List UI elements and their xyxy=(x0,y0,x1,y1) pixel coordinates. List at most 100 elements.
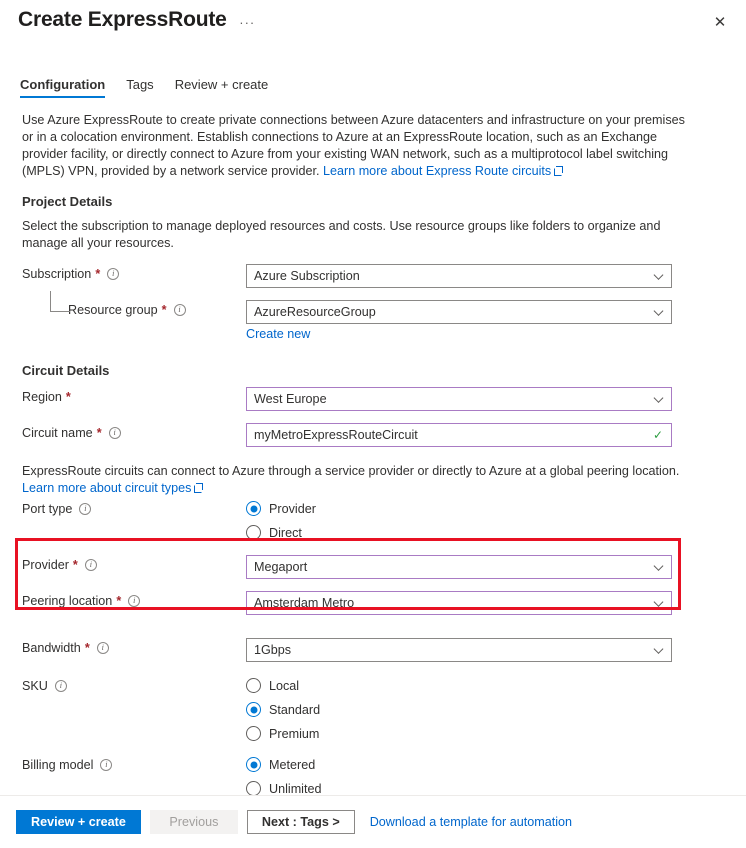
bandwidth-select[interactable]: 1Gbps xyxy=(246,638,672,662)
billing-model-option-metered-label: Metered xyxy=(269,757,316,772)
info-icon[interactable]: i xyxy=(84,559,97,571)
subscription-required-asterisk: * xyxy=(95,267,101,281)
info-icon[interactable]: i xyxy=(173,304,186,316)
subscription-select[interactable]: Azure Subscription xyxy=(246,264,672,288)
chevron-down-icon xyxy=(653,644,664,654)
peering-location-field: Amsterdam Metro xyxy=(246,591,672,615)
resource-group-required-asterisk: * xyxy=(161,303,167,317)
peering-location-select[interactable]: Amsterdam Metro xyxy=(246,591,672,615)
tab-configuration[interactable]: Configuration xyxy=(20,77,106,98)
resource-group-label: Resource group xyxy=(68,303,158,317)
bandwidth-label: Bandwidth xyxy=(22,641,81,655)
circuit-name-input[interactable]: myMetroExpressRouteCircuit ✓ xyxy=(246,423,672,447)
learn-more-circuit-types-label: Learn more about circuit types xyxy=(22,481,192,495)
circuit-name-value: myMetroExpressRouteCircuit xyxy=(254,428,418,442)
circuit-name-row: Circuit name * i myMetroExpressRouteCirc… xyxy=(22,423,726,447)
port-type-option-provider[interactable]: Provider xyxy=(246,501,672,516)
info-icon[interactable]: i xyxy=(79,503,92,515)
sku-option-standard-label: Standard xyxy=(269,702,321,717)
peering-location-label-group: Peering location * i xyxy=(22,591,246,608)
chevron-down-icon xyxy=(653,393,664,403)
bandwidth-required-asterisk: * xyxy=(84,641,90,655)
info-icon[interactable]: i xyxy=(108,427,121,439)
region-field: West Europe xyxy=(246,387,672,411)
sku-option-local-label: Local xyxy=(269,678,300,693)
subscription-label: Subscription xyxy=(22,267,92,281)
valid-check-icon: ✓ xyxy=(652,428,663,442)
learn-more-express-route-label: Learn more about Express Route circuits xyxy=(322,164,552,178)
window-titlebar: Create ExpressRoute ··· ✕ xyxy=(0,0,746,40)
project-details-subtext: Select the subscription to manage deploy… xyxy=(22,219,661,250)
region-value: West Europe xyxy=(254,392,327,406)
resource-group-select[interactable]: AzureResourceGroup xyxy=(246,300,672,324)
sku-option-premium[interactable]: Premium xyxy=(246,726,672,741)
info-icon[interactable]: i xyxy=(107,268,120,280)
sku-radio-group: Local Standard Premium xyxy=(246,676,672,741)
region-select[interactable]: West Europe xyxy=(246,387,672,411)
billing-model-label-group: Billing model i xyxy=(22,755,246,772)
provider-label: Provider xyxy=(22,558,69,572)
more-options-ellipsis-icon[interactable]: ··· xyxy=(239,15,255,30)
port-type-label-group: Port type i xyxy=(22,499,246,516)
billing-model-option-metered[interactable]: Metered xyxy=(246,757,672,772)
tab-tags[interactable]: Tags xyxy=(126,77,153,98)
circuit-details-heading: Circuit Details xyxy=(22,363,110,378)
form-content: Use Azure ExpressRoute to create private… xyxy=(0,98,746,796)
info-icon[interactable]: i xyxy=(54,680,67,692)
peering-location-value: Amsterdam Metro xyxy=(254,596,355,610)
provider-row: Provider * i Megaport xyxy=(22,555,726,579)
peering-location-required-asterisk: * xyxy=(116,594,122,608)
port-type-option-provider-label: Provider xyxy=(269,501,316,516)
chevron-down-icon xyxy=(653,561,664,571)
tab-review-create[interactable]: Review + create xyxy=(175,77,269,98)
sku-label-group: SKU i xyxy=(22,676,246,693)
intro-description: Use Azure ExpressRoute to create private… xyxy=(22,112,688,180)
review-create-button[interactable]: Review + create xyxy=(16,810,141,834)
learn-more-circuit-types-link[interactable]: Learn more about circuit types xyxy=(22,481,204,495)
circuit-name-required-asterisk: * xyxy=(96,426,102,440)
download-template-link[interactable]: Download a template for automation xyxy=(370,815,572,829)
sku-option-local[interactable]: Local xyxy=(246,678,672,693)
next-tags-button[interactable]: Next : Tags > xyxy=(246,810,355,834)
radio-unselected-icon xyxy=(246,781,261,796)
bandwidth-field: 1Gbps xyxy=(246,638,672,662)
external-link-icon xyxy=(554,166,564,176)
provider-label-group: Provider * i xyxy=(22,555,246,572)
info-icon[interactable]: i xyxy=(96,642,109,654)
region-required-asterisk: * xyxy=(65,390,71,404)
billing-model-field: Metered Unlimited xyxy=(246,755,672,796)
billing-model-row: Billing model i Metered Unlimited xyxy=(22,755,726,796)
sku-option-standard[interactable]: Standard xyxy=(246,702,672,717)
billing-model-radio-group: Metered Unlimited xyxy=(246,755,672,796)
info-icon[interactable]: i xyxy=(128,595,141,607)
port-type-field: Provider Direct xyxy=(246,499,672,540)
create-new-resource-group-link[interactable]: Create new xyxy=(246,327,310,341)
radio-selected-icon xyxy=(246,757,261,772)
learn-more-express-route-link[interactable]: Learn more about Express Route circuits xyxy=(322,164,564,178)
sku-row: SKU i Local Standard Premium xyxy=(22,676,726,741)
port-type-option-direct[interactable]: Direct xyxy=(246,525,672,540)
subscription-label-group: Subscription * i xyxy=(22,264,246,281)
region-row: Region * West Europe xyxy=(22,387,726,411)
sku-label: SKU xyxy=(22,679,48,693)
radio-selected-icon xyxy=(246,702,261,717)
peering-location-label: Peering location xyxy=(22,594,113,608)
project-details-heading: Project Details xyxy=(22,194,113,209)
radio-unselected-icon xyxy=(246,726,261,741)
footer-action-bar: Review + create Previous Next : Tags > D… xyxy=(0,795,746,848)
provider-select[interactable]: Megaport xyxy=(246,555,672,579)
billing-model-option-unlimited[interactable]: Unlimited xyxy=(246,781,672,796)
chevron-down-icon xyxy=(653,270,664,280)
info-icon[interactable]: i xyxy=(100,759,113,771)
region-label: Region xyxy=(22,390,62,404)
bandwidth-label-group: Bandwidth * i xyxy=(22,638,246,655)
port-type-option-direct-label: Direct xyxy=(269,525,302,540)
circuit-types-text: ExpressRoute circuits can connect to Azu… xyxy=(22,464,680,478)
bandwidth-value: 1Gbps xyxy=(254,643,292,657)
close-icon[interactable]: ✕ xyxy=(704,6,736,38)
provider-field: Megaport xyxy=(246,555,672,579)
circuit-name-label-group: Circuit name * i xyxy=(22,423,246,440)
circuit-types-description: ExpressRoute circuits can connect to Azu… xyxy=(22,463,688,497)
subscription-field: Azure Subscription xyxy=(246,264,672,288)
sku-field: Local Standard Premium xyxy=(246,676,672,741)
